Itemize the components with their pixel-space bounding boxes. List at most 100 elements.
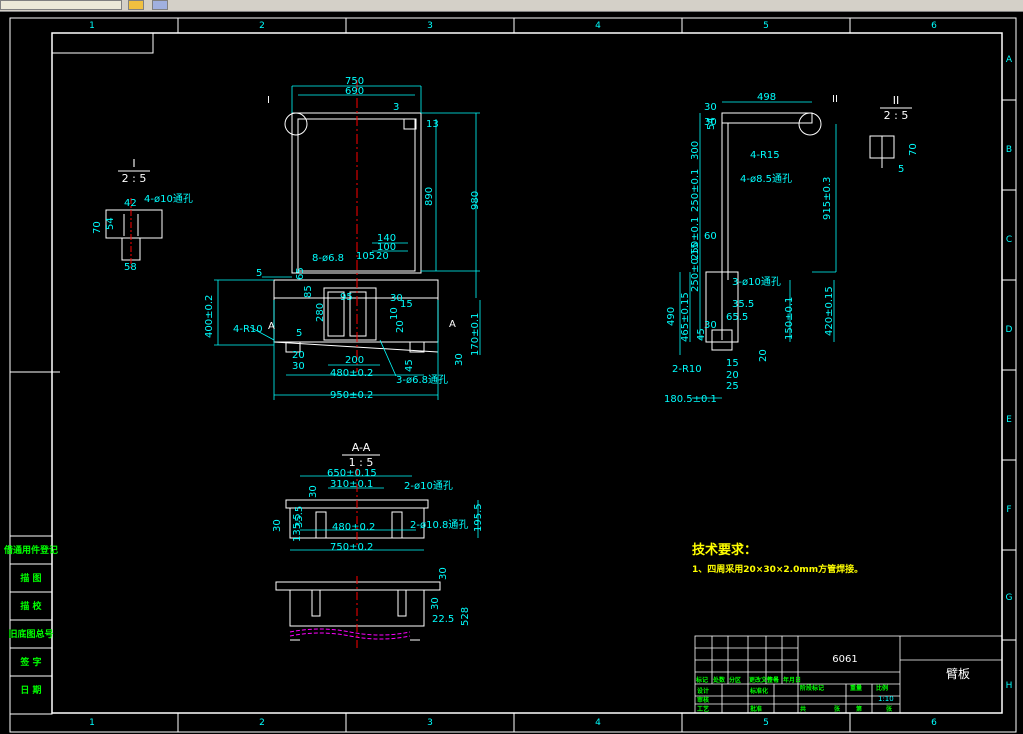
dim: 13 — [426, 119, 439, 130]
dim: 70 — [908, 143, 919, 156]
detail-callout-I: I — [267, 95, 270, 106]
dim: 65 — [295, 267, 306, 280]
zone-number-bottom: 2 — [259, 718, 265, 728]
tb-label: 工艺 — [697, 705, 709, 713]
dim: 15 — [726, 358, 739, 369]
dim: 65.5 — [726, 312, 748, 323]
detail-callout-II: II — [832, 94, 838, 105]
dim: 30 — [272, 519, 283, 532]
dim: 3 — [393, 102, 399, 113]
dim: 498 — [757, 92, 776, 103]
dim: 465±0.15 — [680, 292, 691, 342]
section-mark-A: A — [268, 321, 275, 332]
dim: 25 — [726, 381, 739, 392]
dim: 2-ø10.8通孔 — [410, 519, 468, 531]
dim: 690 — [345, 86, 364, 97]
dim: 480±0.2 — [330, 368, 373, 379]
tb-label: 签名 — [766, 676, 779, 684]
part-name: 臂板 — [946, 667, 970, 681]
dim: 30 — [292, 361, 305, 372]
tech-heading: 技术要求： — [692, 542, 757, 558]
tb-label: 张 — [834, 705, 841, 713]
front-view: 750 690 3 13 890 980 140 100 105 20 8-ø6… — [204, 76, 481, 401]
dim: 750±0.2 — [330, 542, 373, 553]
tb-label: 审核 — [697, 696, 709, 704]
dim: 300 — [690, 141, 701, 160]
zone-letter: E — [1006, 415, 1012, 425]
dim: 980 — [470, 191, 481, 210]
zone-letter: A — [1006, 55, 1013, 65]
dim: 915±0.3 — [822, 177, 833, 220]
dim: 20 — [292, 350, 305, 361]
brush-icon[interactable] — [128, 0, 144, 10]
dim: 30 — [430, 597, 441, 610]
zone-number-top: 4 — [595, 21, 601, 31]
dim: 105 — [356, 251, 375, 262]
dim: 528 — [460, 607, 471, 626]
zone-number-top: 5 — [763, 21, 769, 31]
tb-label: 共 — [800, 705, 806, 713]
dim: 5 — [256, 268, 262, 279]
tb-label: 阶段标记 — [800, 684, 824, 692]
view-title: A-A — [352, 441, 371, 454]
tb-label: 处数 — [712, 676, 726, 684]
cad-drawing-canvas[interactable]: 1 2 3 4 5 6 1 2 3 4 5 6 A B C D E F G H — [0, 11, 1023, 734]
view-scale: 2 : 5 — [122, 172, 147, 185]
dim: 5 — [296, 328, 302, 339]
dim: 890 — [424, 187, 435, 206]
zone-dividers — [10, 18, 1016, 732]
tb-label: 比例 — [876, 684, 888, 692]
tb-label: 标记 — [695, 676, 708, 684]
tb-label: 分区 — [729, 676, 741, 684]
dim: 950±0.2 — [330, 390, 373, 401]
dim: 30 — [308, 485, 319, 498]
dim: 20 — [376, 251, 389, 262]
section-mark-A: A — [449, 319, 456, 330]
scale-value: 1:10 — [878, 695, 894, 703]
cube-icon[interactable] — [152, 0, 168, 10]
outer-frame — [9, 17, 1017, 733]
zone-number-top: 1 — [89, 21, 95, 31]
dim: 60 — [704, 231, 717, 242]
dim: 45 — [696, 328, 707, 341]
side-view: 30 498 54 30 300 4-R15 4-ø8.5通孔 250±0.1 … — [664, 92, 838, 405]
zone-number-bottom: 6 — [931, 718, 937, 728]
table-cell: 描 图 — [20, 572, 41, 584]
zone-number-bottom: 3 — [427, 718, 433, 728]
dim: 135.5 — [292, 513, 303, 542]
dim: 30 — [438, 567, 449, 580]
title-block: 6061 臂板 标记 处数 分区 更改文件号 签名 年月日 阶段标记 重量 比例… — [694, 635, 1003, 714]
dim: 195.5 — [473, 503, 484, 532]
dim: 5 — [898, 164, 904, 175]
dim: 58 — [124, 262, 137, 273]
zone-number-bottom: 5 — [763, 718, 769, 728]
zone-letter: F — [1006, 505, 1011, 515]
section-AA-view: A-A 1 : 5 650±0.15 310±0.1 30 2-ø10通孔 30… — [272, 441, 484, 553]
zone-letter: B — [1006, 145, 1012, 155]
inner-frame — [51, 32, 1003, 714]
dim: 200 — [345, 355, 364, 366]
tb-label: 设计 — [697, 687, 709, 695]
tb-label: 标准化 — [749, 687, 768, 695]
dim: 10 — [389, 307, 400, 320]
dim: 4-ø8.5通孔 — [740, 173, 792, 185]
dim: 30 — [704, 102, 717, 113]
zone-letter: G — [1006, 593, 1013, 603]
dim: 85 — [303, 285, 314, 298]
dim: 22.5 — [432, 614, 454, 625]
dim: 20 — [758, 349, 769, 362]
dim: 15 — [400, 299, 413, 310]
dim: 4-ø10通孔 — [144, 193, 193, 205]
tb-label: 年月日 — [783, 676, 801, 684]
tb-label: 张 — [886, 705, 893, 713]
zone-number-bottom: 1 — [89, 718, 95, 728]
toolbar-edge — [0, 0, 122, 10]
dim: 650±0.15 — [327, 468, 377, 479]
dim: 42 — [124, 198, 137, 209]
table-cell: 日 期 — [20, 684, 41, 696]
dim: 45 — [404, 359, 415, 372]
material-label: 6061 — [832, 654, 857, 665]
view-title: II — [893, 94, 900, 107]
dim: 95 — [340, 292, 353, 303]
dim: 3-ø10通孔 — [732, 276, 781, 288]
